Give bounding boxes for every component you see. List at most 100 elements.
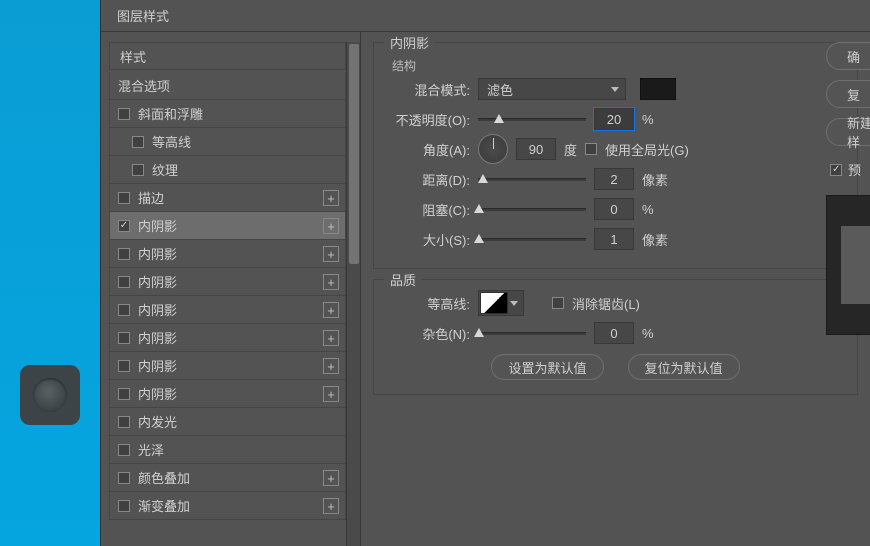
new-style-button[interactable]: 新建样 [826, 118, 870, 146]
sidebar-item-blend-options[interactable]: 混合选项 [109, 72, 346, 100]
effect-checkbox[interactable] [118, 220, 130, 232]
sidebar-item-effect[interactable]: 光泽 [109, 436, 346, 464]
distance-input[interactable] [594, 168, 634, 190]
size-input[interactable] [594, 228, 634, 250]
sidebar-item-effect[interactable]: 颜色叠加 [109, 464, 346, 492]
sidebar-item-effect[interactable]: 内阴影 [109, 324, 346, 352]
choke-slider[interactable] [478, 200, 586, 218]
distance-slider[interactable] [478, 170, 586, 188]
angle-input[interactable] [516, 138, 556, 160]
noise-slider[interactable] [478, 324, 586, 342]
plus-icon[interactable] [323, 190, 339, 206]
sidebar-header-styles[interactable]: 样式 [109, 42, 346, 70]
effect-checkbox[interactable] [118, 360, 130, 372]
effect-label: 光泽 [138, 440, 164, 459]
sidebar-item-effect[interactable]: 渐变叠加 [109, 492, 346, 520]
effect-label: 斜面和浮雕 [138, 104, 203, 123]
plus-icon[interactable] [323, 274, 339, 290]
effect-label: 描边 [138, 188, 164, 207]
effect-label: 内阴影 [138, 328, 177, 347]
effect-label: 等高线 [152, 132, 191, 151]
contour-label: 等高线: [386, 294, 470, 313]
canvas-background [0, 0, 100, 546]
effect-checkbox[interactable] [118, 248, 130, 260]
chevron-down-icon [510, 301, 518, 306]
distance-unit: 像素 [642, 170, 672, 189]
effect-checkbox[interactable] [118, 276, 130, 288]
make-default-button[interactable]: 设置为默认值 [491, 354, 603, 380]
effect-checkbox[interactable] [118, 472, 130, 484]
plus-icon[interactable] [323, 358, 339, 374]
sidebar-item-effect[interactable]: 内阴影 [109, 296, 346, 324]
effect-label: 纹理 [152, 160, 178, 179]
sidebar-item-effect[interactable]: 描边 [109, 184, 346, 212]
plus-icon[interactable] [323, 302, 339, 318]
choke-input[interactable] [594, 198, 634, 220]
size-slider[interactable] [478, 230, 586, 248]
contour-picker[interactable] [478, 290, 524, 316]
sidebar-item-effect[interactable]: 内阴影 [109, 268, 346, 296]
ok-button[interactable]: 确 [826, 42, 870, 70]
angle-label: 角度(A): [386, 140, 470, 159]
dialog-titlebar: 图层样式 [101, 0, 870, 32]
angle-dial[interactable] [478, 134, 508, 164]
cancel-button[interactable]: 复 [826, 80, 870, 108]
effect-checkbox[interactable] [118, 416, 130, 428]
effect-checkbox[interactable] [132, 136, 144, 148]
effect-checkbox[interactable] [118, 444, 130, 456]
noise-input[interactable] [594, 322, 634, 344]
quality-panel: 品质 等高线: 消除锯齿(L) 杂色(N): [373, 279, 858, 395]
plus-icon[interactable] [323, 470, 339, 486]
blend-mode-select[interactable]: 滤色 [478, 78, 626, 100]
sidebar-item-effect[interactable]: 内阴影 [109, 380, 346, 408]
preview-checkbox[interactable] [830, 164, 842, 176]
plus-icon[interactable] [323, 498, 339, 514]
effect-label: 内发光 [138, 412, 177, 431]
scrollbar-thumb[interactable] [349, 44, 359, 264]
effect-label: 内阴影 [138, 356, 177, 375]
effect-label: 渐变叠加 [138, 496, 190, 515]
plus-icon[interactable] [323, 246, 339, 262]
plus-icon[interactable] [323, 218, 339, 234]
dialog-title: 图层样式 [117, 6, 169, 25]
sidebar-item-effect[interactable]: 内阴影 [109, 240, 346, 268]
angle-unit: 度 [564, 140, 577, 159]
effect-checkbox[interactable] [118, 108, 130, 120]
effect-checkbox[interactable] [118, 332, 130, 344]
global-light-checkbox[interactable] [585, 143, 597, 155]
effect-checkbox[interactable] [118, 304, 130, 316]
effect-checkbox[interactable] [118, 388, 130, 400]
global-light-label: 使用全局光(G) [605, 140, 689, 159]
antialias-label: 消除锯齿(L) [572, 294, 640, 313]
opacity-slider[interactable] [478, 110, 586, 128]
effect-label: 内阴影 [138, 272, 177, 291]
shadow-color-swatch[interactable] [640, 78, 676, 100]
choke-unit: % [642, 202, 672, 217]
effect-checkbox[interactable] [118, 500, 130, 512]
size-label: 大小(S): [386, 230, 470, 249]
effect-checkbox[interactable] [132, 164, 144, 176]
sidebar-item-effect[interactable]: 内发光 [109, 408, 346, 436]
sidebar-item-effect[interactable]: 等高线 [109, 128, 346, 156]
distance-label: 距离(D): [386, 170, 470, 189]
opacity-unit: % [642, 112, 672, 127]
sidebar-item-effect[interactable]: 内阴影 [109, 352, 346, 380]
effect-checkbox[interactable] [118, 192, 130, 204]
sidebar-item-effect[interactable]: 斜面和浮雕 [109, 100, 346, 128]
opacity-input[interactable] [594, 108, 634, 130]
sidebar-item-effect[interactable]: 内阴影 [109, 212, 346, 240]
contour-thumbnail [480, 292, 508, 314]
preview-thumbnail [826, 195, 870, 335]
size-unit: 像素 [642, 230, 672, 249]
quality-label: 品质 [384, 270, 422, 289]
plus-icon[interactable] [323, 386, 339, 402]
plus-icon[interactable] [323, 330, 339, 346]
reset-default-button[interactable]: 复位为默认值 [628, 354, 740, 380]
blend-mode-label: 混合模式: [386, 80, 470, 99]
noise-label: 杂色(N): [386, 324, 470, 343]
antialias-checkbox[interactable] [552, 297, 564, 309]
sidebar-scrollbar[interactable] [346, 42, 360, 546]
sidebar-item-effect[interactable]: 纹理 [109, 156, 346, 184]
effect-label: 内阴影 [138, 384, 177, 403]
blend-mode-value: 滤色 [487, 80, 513, 99]
